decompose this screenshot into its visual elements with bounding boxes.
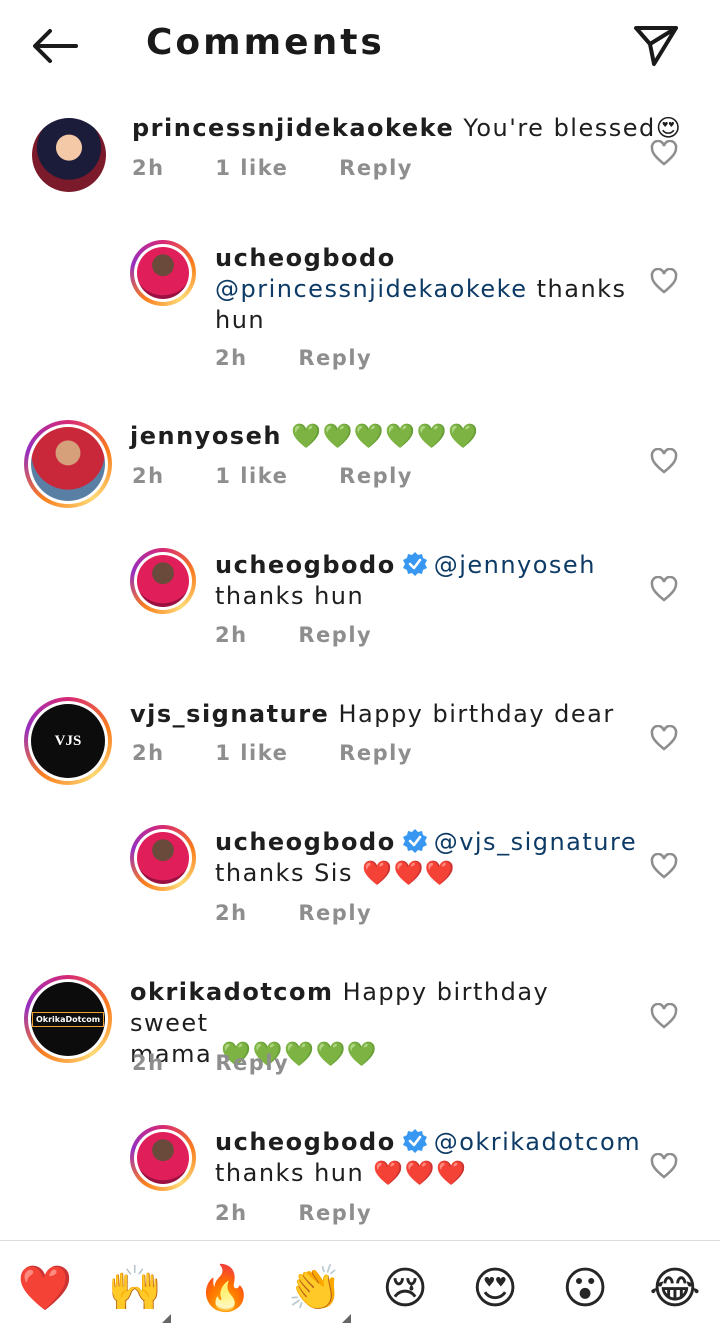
comment-username[interactable]: okrikadotcom	[130, 978, 334, 1006]
comment-likes[interactable]: 1 like	[215, 156, 288, 180]
heart-outline-icon[interactable]	[650, 448, 678, 474]
back-arrow-icon[interactable]	[30, 26, 80, 66]
reaction-crying-face[interactable]: 😢	[377, 1261, 433, 1317]
mention-link[interactable]: @jennyoseh	[434, 551, 596, 579]
reply-button[interactable]: Reply	[298, 1201, 372, 1225]
heart-outline-icon[interactable]	[650, 725, 678, 751]
variant-indicator-icon	[342, 1314, 351, 1323]
comment-time: 2h	[215, 1201, 248, 1225]
reaction-heart-eyes[interactable]: 😍	[467, 1261, 523, 1317]
reaction-fire[interactable]: 🔥	[197, 1261, 253, 1317]
heart-outline-icon[interactable]	[650, 268, 678, 294]
heart-outline-icon[interactable]	[650, 1003, 678, 1029]
reply-button[interactable]: Reply	[298, 901, 372, 925]
reply-button[interactable]: Reply	[339, 741, 413, 765]
comment-time: 2h	[215, 901, 248, 925]
variant-indicator-icon	[162, 1314, 171, 1323]
heart-outline-icon[interactable]	[650, 853, 678, 879]
comment-username[interactable]: ucheogbodo	[215, 244, 396, 272]
comment-text: thanks Sis ❤️❤️❤️	[215, 859, 457, 887]
avatar[interactable]	[130, 825, 196, 891]
comment-username[interactable]: jennyoseh	[130, 422, 282, 450]
comment-time: 2h	[215, 346, 248, 370]
comment-username[interactable]: princessnjidekaokeke	[132, 114, 454, 142]
reply-button[interactable]: Reply	[298, 623, 372, 647]
reaction-surprised-face[interactable]: 😮	[557, 1261, 613, 1317]
reply-button[interactable]: Reply	[298, 346, 372, 370]
avatar[interactable]: OkrikaDotcom	[24, 975, 112, 1063]
avatar[interactable]	[32, 118, 106, 192]
comment-likes[interactable]: 1 like	[215, 464, 288, 488]
verified-badge-icon	[402, 552, 427, 576]
comment-username[interactable]: vjs_signature	[130, 700, 329, 728]
avatar-logo-text: OkrikaDotcom	[31, 1011, 105, 1027]
reaction-clapping-hands[interactable]: 👏	[287, 1261, 343, 1317]
comment-time: 2h	[132, 464, 165, 488]
heart-outline-icon[interactable]	[650, 1153, 678, 1179]
comment-text: thanks hun ❤️❤️❤️	[215, 1159, 468, 1187]
heart-outline-icon[interactable]	[650, 140, 678, 166]
comment-username[interactable]: ucheogbodo	[215, 828, 396, 856]
verified-badge-icon	[402, 829, 427, 853]
reaction-raising-hands[interactable]: 🙌	[107, 1261, 163, 1317]
comment-text: You're blessed😍	[463, 114, 683, 142]
reply-button[interactable]: Reply	[339, 464, 413, 488]
heart-outline-icon[interactable]	[650, 576, 678, 602]
reaction-tears-of-joy[interactable]: 😂	[647, 1261, 703, 1317]
emoji-reaction-bar: ❤️ 🙌 🔥 👏 😢 😍 😮 😂	[0, 1241, 720, 1333]
avatar[interactable]	[130, 548, 196, 614]
comment-time: 2h	[215, 623, 248, 647]
mention-link[interactable]: @princessnjidekaokeke	[215, 275, 527, 303]
avatar[interactable]: VJS	[24, 697, 112, 785]
mention-link[interactable]: @okrikadotcom	[434, 1128, 641, 1156]
comment-text: thanks	[527, 275, 627, 303]
send-icon[interactable]	[632, 24, 680, 68]
comment-time: 2h	[132, 1051, 165, 1075]
page-title: Comments	[146, 22, 385, 63]
comment-likes[interactable]: 1 like	[215, 741, 288, 765]
comment-text: Happy birthday dear	[338, 700, 615, 728]
comment-time: 2h	[132, 741, 165, 765]
reaction-red-heart[interactable]: ❤️	[17, 1261, 73, 1317]
comment-text: hun	[215, 306, 266, 334]
verified-badge-icon	[402, 1129, 427, 1153]
header: Comments	[0, 0, 720, 92]
comment-time: 2h	[132, 156, 165, 180]
avatar-logo-text: VJS	[54, 732, 82, 749]
avatar[interactable]	[24, 420, 112, 508]
comment-text: 💚💚💚💚💚💚	[291, 422, 480, 450]
avatar[interactable]	[130, 240, 196, 306]
mention-link[interactable]: @vjs_signature	[434, 828, 637, 856]
reply-button[interactable]: Reply	[339, 156, 413, 180]
avatar[interactable]	[130, 1125, 196, 1191]
comment-username[interactable]: ucheogbodo	[215, 1128, 396, 1156]
comment-username[interactable]: ucheogbodo	[215, 551, 396, 579]
reply-button[interactable]: Reply	[215, 1051, 289, 1075]
comment-text: thanks hun	[215, 582, 365, 610]
